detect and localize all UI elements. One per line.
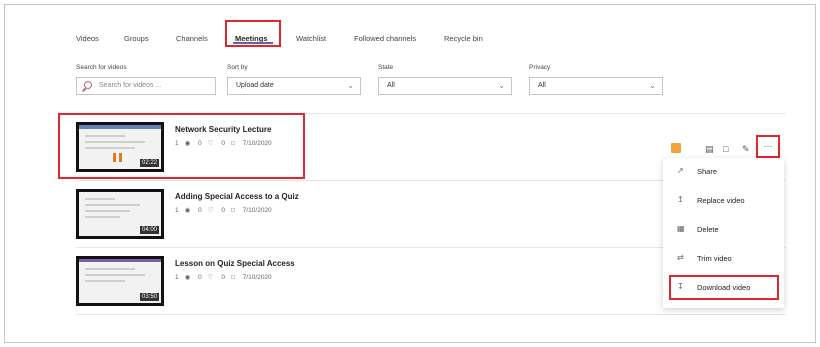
flag-icon[interactable] <box>671 143 681 153</box>
upload-icon: ↥ <box>677 195 684 204</box>
privacy-label: Privacy <box>529 64 551 71</box>
state-select[interactable]: All ⌄ <box>378 77 512 95</box>
thumbnail-line <box>85 204 140 206</box>
heart-icon: ♡ <box>207 207 214 214</box>
upload-date: 7/10/2020 <box>242 207 272 214</box>
sort-label: Sort by <box>227 64 248 71</box>
sort-value: Upload date <box>236 82 274 89</box>
chevron-down-icon: ⌄ <box>347 81 354 90</box>
heart-icon: ♡ <box>207 274 214 281</box>
row-highlight-box <box>58 113 305 179</box>
search-input[interactable]: Search for videos ... <box>76 77 216 95</box>
video-title[interactable]: Lesson on Quiz Special Access <box>175 259 295 268</box>
thumbnail-line <box>85 198 115 200</box>
privacy-select[interactable]: All ⌄ <box>529 77 663 95</box>
upload-date: 7/10/2020 <box>242 274 272 281</box>
thumbnail-line <box>85 216 120 218</box>
more-options-button[interactable]: ··· <box>756 135 780 158</box>
state-label: State <box>378 64 394 71</box>
tab-highlight-box <box>225 20 281 47</box>
chevron-down-icon: ⌄ <box>649 81 656 90</box>
comments-count: 0 <box>221 207 225 214</box>
tab-channels[interactable]: Channels <box>176 34 208 43</box>
tab-recycle-bin[interactable]: Recycle bin <box>444 34 483 43</box>
trash-icon: ▦ <box>677 224 685 233</box>
row-divider <box>76 314 786 315</box>
comments-count: 0 <box>221 274 225 281</box>
eye-icon: ◉ <box>184 207 191 214</box>
state-value: All <box>387 82 395 89</box>
details-icon[interactable]: ▤ <box>705 144 714 155</box>
thumbnail-header <box>79 259 161 262</box>
likes-count: 0 <box>198 274 202 281</box>
search-icon <box>84 81 92 89</box>
comment-icon[interactable]: □ <box>723 144 728 154</box>
menu-item-replace-video[interactable]: ↥ Replace video <box>663 190 784 212</box>
menu-item-trim-video[interactable]: ⇄ Trim video <box>663 248 784 270</box>
trim-icon: ⇄ <box>677 253 684 262</box>
video-duration: 03:50 <box>139 293 159 301</box>
menu-item-delete[interactable]: ▦ Delete <box>663 219 784 241</box>
chevron-down-icon: ⌄ <box>498 81 505 90</box>
thumbnail-line <box>85 280 125 282</box>
tab-groups[interactable]: Groups <box>124 34 149 43</box>
thumbnail-line <box>85 274 145 276</box>
video-thumbnail[interactable]: 04:00 <box>76 189 164 239</box>
sort-select[interactable]: Upload date ⌄ <box>227 77 361 95</box>
views-count: 1 <box>175 207 179 214</box>
menu-highlight-box <box>669 275 779 300</box>
video-title[interactable]: Adding Special Access to a Quiz <box>175 192 299 201</box>
comment-icon: □ <box>231 207 235 214</box>
video-thumbnail[interactable]: 03:50 <box>76 256 164 306</box>
views-count: 1 <box>175 274 179 281</box>
share-icon: ↗ <box>677 166 684 175</box>
tab-watchlist[interactable]: Watchlist <box>296 34 326 43</box>
video-meta: 1 ◉ 0 ♡ 0 □ 7/10/2020 <box>175 273 278 281</box>
thumbnail-line <box>85 210 130 212</box>
video-meta: 1 ◉ 0 ♡ 0 □ 7/10/2020 <box>175 206 278 214</box>
tab-videos[interactable]: Videos <box>76 34 99 43</box>
search-label: Search for videos <box>76 64 127 71</box>
thumbnail-line <box>85 268 135 270</box>
tab-followed-channels[interactable]: Followed channels <box>354 34 416 43</box>
comment-icon: □ <box>231 274 235 281</box>
privacy-value: All <box>538 82 546 89</box>
video-duration: 04:00 <box>139 226 159 234</box>
likes-count: 0 <box>198 207 202 214</box>
eye-icon: ◉ <box>184 274 191 281</box>
search-placeholder: Search for videos ... <box>99 82 162 89</box>
edit-icon[interactable]: ✎ <box>742 144 750 155</box>
menu-item-share[interactable]: ↗ Share <box>663 161 784 183</box>
